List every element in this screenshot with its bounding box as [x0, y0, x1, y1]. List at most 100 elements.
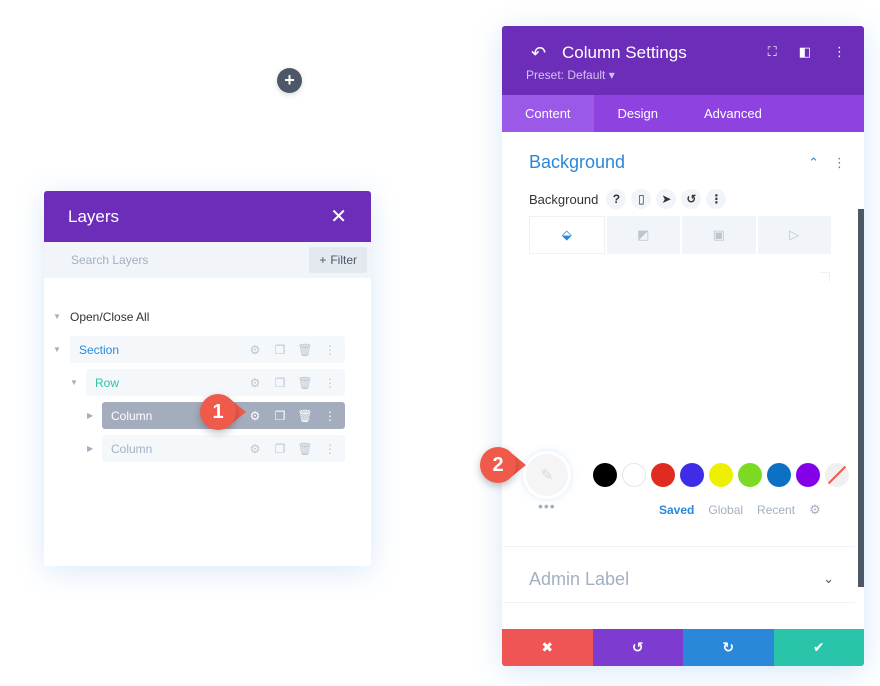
eyedropper-icon: ✎	[540, 467, 554, 484]
callout-2: 2	[480, 447, 526, 483]
plus-icon: +	[284, 70, 295, 90]
gear-icon[interactable]: ⚙	[248, 442, 262, 456]
no-color-swatch[interactable]	[825, 463, 849, 487]
layers-header: Layers ✕	[44, 191, 371, 242]
color-swatches	[593, 463, 849, 487]
settings-footer: ✖ ↺ ↻ ✔	[502, 629, 864, 666]
color-picker-button[interactable]: ✎	[526, 454, 568, 496]
layers-search-bar: + Filter	[44, 242, 371, 278]
layer-label: Column	[111, 441, 153, 456]
open-close-all-row[interactable]: ▼ Open/Close All	[44, 300, 371, 333]
search-layers-input[interactable]	[71, 253, 271, 267]
reset-icon[interactable]: ↺	[681, 189, 702, 209]
layer-section[interactable]: Section ⚙ ❐ 🗑 ⋮	[70, 336, 345, 363]
gradient-icon[interactable]: ◩	[606, 216, 680, 254]
caret-down-icon[interactable]: ▼	[53, 345, 61, 354]
color-swatch[interactable]	[738, 463, 762, 487]
back-icon[interactable]: ↶	[531, 43, 546, 64]
redo-icon: ↻	[722, 639, 735, 655]
callout-number: 1	[200, 394, 236, 430]
close-icon: ✖	[541, 639, 554, 655]
background-label: Background	[529, 191, 599, 207]
layer-row-column-2: ▶ Column ⚙ ❐ 🗑 ⋮	[44, 432, 371, 465]
palette-tab-global[interactable]: Global	[708, 503, 743, 517]
background-section-title[interactable]: Background	[529, 152, 625, 173]
caret-right-icon[interactable]: ▶	[87, 411, 93, 420]
trash-icon[interactable]: 🗑	[297, 343, 312, 357]
layer-row[interactable]: Row ⚙ ❐ 🗑 ⋮	[86, 369, 345, 396]
column-settings-panel: ↶ Column Settings Preset: Default ▾ ⛶ ◧ …	[502, 26, 864, 666]
caret-right-icon[interactable]: ▶	[87, 444, 93, 453]
duplicate-icon[interactable]: ❐	[273, 376, 287, 390]
more-vertical-icon[interactable]: ⋮	[323, 376, 337, 390]
more-vertical-icon[interactable]: ⋮	[706, 189, 727, 209]
more-horizontal-icon[interactable]: •••	[538, 498, 556, 514]
settings-tabs: Content Design Advanced	[502, 95, 864, 132]
save-button[interactable]: ✔	[773, 629, 864, 666]
chevron-up-icon[interactable]: ⌃	[808, 155, 819, 171]
redo-button[interactable]: ↻	[683, 629, 774, 666]
paint-bucket-icon[interactable]: ⬙	[529, 216, 605, 254]
gear-icon[interactable]: ⚙	[809, 502, 821, 518]
callout-1: 1	[200, 394, 246, 430]
color-swatch[interactable]	[680, 463, 704, 487]
callout-number: 2	[480, 447, 516, 483]
tab-design[interactable]: Design	[594, 95, 681, 132]
layers-panel: Layers ✕ + Filter ▼ Open/Close All ▼ Sec…	[44, 191, 371, 566]
layer-label: Row	[95, 375, 120, 390]
open-close-all-label[interactable]: Open/Close All	[70, 310, 149, 324]
trash-icon[interactable]: 🗑	[297, 409, 312, 423]
background-type-tabs: ⬙ ◩ ▣ ▷	[529, 216, 831, 254]
duplicate-icon[interactable]: ❐	[273, 409, 287, 423]
admin-label-section-title[interactable]: Admin Label	[529, 569, 629, 590]
gear-icon[interactable]: ⚙	[248, 343, 262, 357]
help-icon[interactable]: ?	[606, 189, 627, 209]
settings-header: ↶ Column Settings Preset: Default ▾ ⛶ ◧ …	[502, 26, 864, 95]
mobile-icon[interactable]: ▯	[631, 189, 652, 209]
tab-content[interactable]: Content	[502, 95, 594, 132]
more-vertical-icon[interactable]: ⋮	[323, 343, 337, 357]
undo-button[interactable]: ↺	[592, 629, 683, 666]
close-icon[interactable]: ✕	[330, 204, 347, 229]
duplicate-icon[interactable]: ❐	[273, 343, 287, 357]
cursor-icon[interactable]: ➤	[656, 189, 677, 209]
color-swatch[interactable]	[796, 463, 820, 487]
scrollbar[interactable]	[858, 209, 864, 587]
more-vertical-icon[interactable]: ⋮	[323, 442, 337, 456]
add-section-button[interactable]: +	[277, 68, 302, 93]
more-vertical-icon[interactable]: ⋮	[833, 155, 846, 171]
caret-down-icon[interactable]: ▼	[70, 378, 78, 387]
trash-icon[interactable]: 🗑	[297, 442, 312, 456]
color-swatch[interactable]	[622, 463, 646, 487]
divider	[502, 602, 855, 603]
filter-button[interactable]: + Filter	[309, 247, 367, 273]
preset-dropdown[interactable]: Preset: Default ▾	[526, 68, 615, 82]
color-picker-row: ✎	[526, 454, 849, 496]
fullscreen-icon[interactable]: ⛶	[768, 44, 777, 60]
checkmark-icon: ✔	[812, 639, 825, 655]
chevron-down-icon[interactable]: ⌄	[823, 571, 834, 587]
duplicate-icon[interactable]: ❐	[273, 442, 287, 456]
settings-body: Background ⌃ ⋮ Background ? ▯ ➤ ↺ ⋮ ⬙ ◩ …	[502, 132, 864, 629]
color-swatch[interactable]	[709, 463, 733, 487]
discard-button[interactable]: ✖	[502, 629, 593, 666]
tab-advanced[interactable]: Advanced	[681, 95, 785, 132]
more-vertical-icon[interactable]: ⋮	[323, 409, 337, 423]
gear-icon[interactable]: ⚙	[248, 409, 262, 423]
more-vertical-icon[interactable]: ⋮	[833, 44, 846, 60]
caret-down-icon[interactable]: ▼	[53, 312, 61, 321]
layer-column[interactable]: Column ⚙ ❐ 🗑 ⋮	[102, 435, 345, 462]
color-swatch[interactable]	[767, 463, 791, 487]
palette-tab-saved[interactable]: Saved	[659, 503, 694, 517]
color-preview-area	[820, 272, 830, 282]
palette-tab-recent[interactable]: Recent	[757, 503, 795, 517]
plus-icon: +	[319, 253, 327, 267]
color-swatch[interactable]	[593, 463, 617, 487]
sidebar-layout-icon[interactable]: ◧	[799, 44, 811, 60]
video-icon[interactable]: ▷	[757, 216, 831, 254]
settings-title: Column Settings	[562, 43, 687, 62]
image-icon[interactable]: ▣	[682, 216, 756, 254]
trash-icon[interactable]: 🗑	[297, 376, 312, 390]
color-swatch[interactable]	[651, 463, 675, 487]
gear-icon[interactable]: ⚙	[248, 376, 262, 390]
